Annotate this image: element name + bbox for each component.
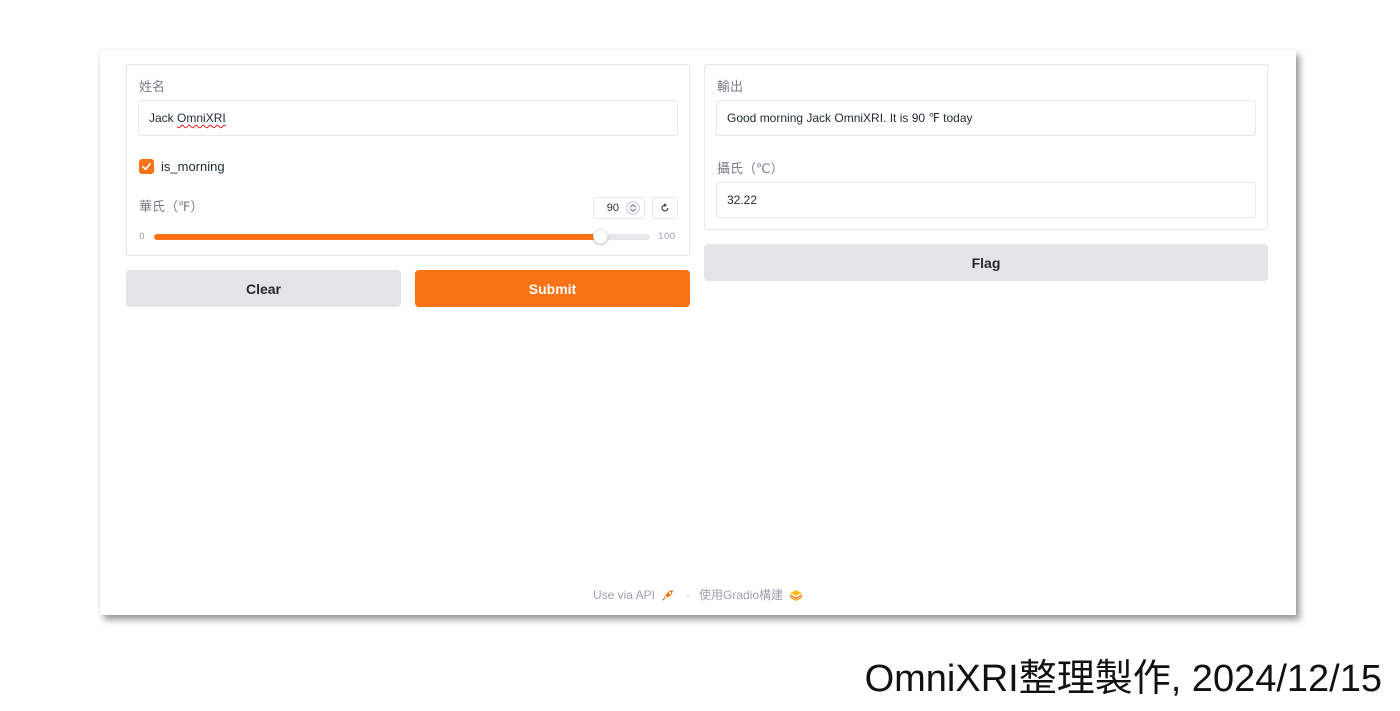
name-value-second: OmniXRI: [177, 111, 226, 125]
name-value-first: Jack: [149, 111, 174, 125]
output-textbox[interactable]: Good morning Jack OmniXRI. It is 90 ℉ to…: [716, 100, 1256, 136]
use-via-api-link[interactable]: Use via API: [593, 588, 675, 602]
built-with-gradio-link[interactable]: 使用Gradio構建: [699, 586, 803, 603]
fahrenheit-label: 華氏（℉）: [139, 200, 204, 215]
fahrenheit-number-input[interactable]: 90: [593, 197, 645, 219]
submit-button[interactable]: Submit: [415, 270, 690, 307]
gradio-logo-icon: [789, 589, 803, 601]
is-morning-label: is_morning: [161, 159, 225, 174]
use-via-api-label: Use via API: [592, 587, 655, 602]
slider-min-label: 0: [139, 232, 145, 242]
celsius-textbox[interactable]: 32.22: [716, 182, 1256, 218]
output-panel: 輸出 Good morning Jack OmniXRI. It is 90 ℉…: [704, 64, 1268, 230]
reset-icon: [661, 203, 669, 212]
footer-separator: ·: [686, 587, 690, 602]
name-input[interactable]: Jack OmniXRI: [138, 100, 678, 136]
is-morning-checkbox[interactable]: [139, 159, 154, 174]
app-window: 姓名 Jack OmniXRI is_morning 華氏（℉） 90 0 10…: [100, 50, 1296, 615]
output-label: 輸出: [717, 80, 744, 95]
footer: Use via API · 使用Gradio構建: [100, 586, 1296, 603]
reset-button[interactable]: [652, 197, 678, 219]
built-with-gradio-label: 使用Gradio構建: [699, 588, 784, 602]
fahrenheit-slider[interactable]: [154, 229, 650, 244]
celsius-label: 攝氏（℃）: [717, 162, 784, 177]
check-icon: [142, 163, 151, 171]
clear-button[interactable]: Clear: [126, 270, 401, 307]
spinner-arrows-icon[interactable]: [626, 201, 640, 215]
input-panel: 姓名 Jack OmniXRI is_morning 華氏（℉） 90 0 10…: [126, 64, 690, 256]
fahrenheit-number-value: 90: [606, 202, 619, 214]
slider-max-label: 100: [658, 232, 676, 242]
slider-fill: [154, 234, 601, 240]
rocket-icon: [662, 589, 673, 601]
flag-button[interactable]: Flag: [704, 244, 1268, 281]
name-label: 姓名: [139, 80, 166, 95]
watermark-text: OmniXRI整理製作, 2024/12/15: [864, 658, 1382, 700]
slider-thumb[interactable]: [593, 229, 609, 244]
